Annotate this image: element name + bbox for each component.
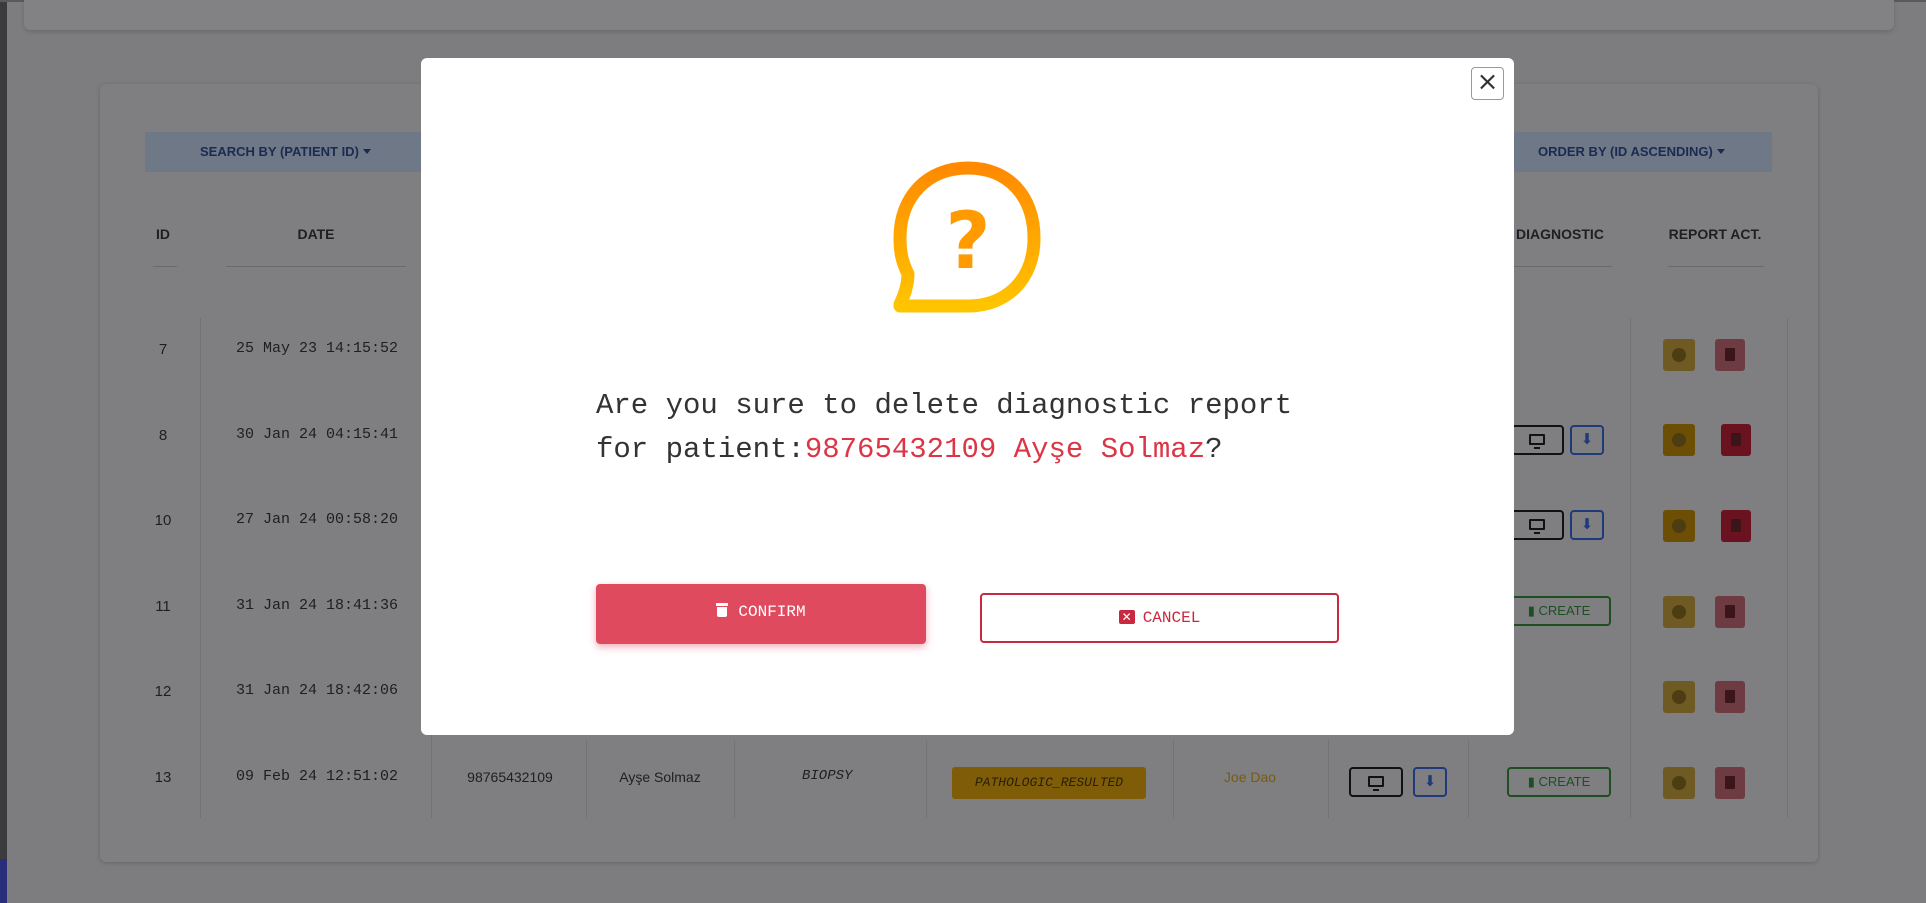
patient-name-cell: Ayşe Solmaz [619, 769, 701, 785]
row-id-cell: 13 [154, 769, 172, 786]
row-date-cell: 30 Jan 24 04:15:41 [236, 426, 399, 443]
order-by-dropdown[interactable]: ORDER BY (ID ASCENDING) [1538, 132, 1725, 172]
monitor-icon [1368, 776, 1384, 791]
row-id-cell: 12 [154, 683, 172, 700]
row-id-cell: 11 [155, 598, 171, 615]
row-id-cell: 7 [158, 341, 168, 358]
delete-report-button[interactable] [1715, 767, 1745, 799]
create-diagnostic-button[interactable]: ▮ CREATE [1507, 596, 1611, 626]
download-icon: ⬇ [1580, 516, 1594, 533]
open-report-button[interactable] [1663, 424, 1695, 456]
confirm-button[interactable]: CONFIRM [596, 584, 926, 644]
column-separator [1630, 318, 1631, 818]
view-report-button[interactable] [1510, 425, 1564, 455]
header-divider [226, 266, 406, 267]
question-mark: ? [945, 197, 990, 287]
cancel-button[interactable]: ✕ CANCEL [980, 593, 1339, 643]
row-date-cell: 31 Jan 24 18:42:06 [236, 682, 399, 699]
message-suffix: ? [1205, 433, 1223, 466]
column-header-diagnostic[interactable]: DIAGNOSTIC [1500, 226, 1620, 242]
header-divider [1500, 266, 1612, 267]
delete-report-button[interactable] [1715, 681, 1745, 713]
caret-down-icon [1716, 149, 1725, 154]
row-date-cell: 25 May 23 14:15:52 [236, 340, 399, 357]
cancel-label: CANCEL [1142, 609, 1201, 627]
patient-highlight: 98765432109 Ayşe Solmaz [804, 433, 1206, 466]
top-navbar [24, 0, 1894, 30]
trash-icon [1725, 690, 1735, 703]
arrow-circle-icon [1672, 605, 1686, 619]
trash-icon [716, 603, 729, 617]
column-separator [1173, 740, 1174, 818]
arrow-circle-icon [1672, 690, 1686, 704]
create-label: CREATE [1538, 774, 1591, 789]
column-separator [1787, 318, 1788, 818]
sidebar-accent [0, 859, 7, 903]
open-report-button[interactable] [1663, 510, 1695, 542]
row-id-cell: 10 [154, 512, 172, 529]
column-separator [200, 318, 201, 818]
column-header-report-act[interactable]: REPORT ACT. [1660, 226, 1770, 242]
view-report-button[interactable] [1349, 767, 1403, 797]
delete-report-button[interactable] [1721, 424, 1751, 456]
create-diagnostic-button[interactable]: ▮ CREATE [1507, 767, 1611, 797]
confirmation-message: Are you sure to delete diagnostic report… [596, 384, 1336, 472]
arrow-circle-icon [1672, 433, 1686, 447]
monitor-icon [1529, 434, 1545, 449]
arrow-circle-icon [1672, 776, 1686, 790]
trash-icon [1731, 433, 1741, 446]
delete-report-button[interactable] [1715, 339, 1745, 371]
column-separator [734, 740, 735, 818]
download-report-button[interactable]: ⬇ [1413, 767, 1447, 797]
column-separator [926, 740, 927, 818]
header-divider [1668, 266, 1764, 267]
create-label: CREATE [1538, 603, 1591, 618]
open-report-button[interactable] [1663, 596, 1695, 628]
column-separator [1468, 740, 1469, 818]
open-report-button[interactable] [1663, 681, 1695, 713]
close-square-icon: ✕ [1118, 610, 1135, 624]
file-icon: ▮ [1527, 603, 1539, 618]
trash-icon [1725, 348, 1735, 361]
delete-report-button[interactable] [1721, 510, 1751, 542]
trash-icon [1725, 605, 1735, 618]
caret-down-icon [362, 149, 371, 154]
monitor-icon [1529, 519, 1545, 534]
close-icon: × [1476, 67, 1499, 97]
open-report-button[interactable] [1663, 767, 1695, 799]
close-modal-button[interactable]: × [1471, 67, 1504, 100]
confirm-label: CONFIRM [738, 603, 806, 621]
left-sidebar-edge [0, 0, 7, 903]
column-separator [1328, 740, 1329, 818]
status-badge: PATHOLOGIC_RESULTED [952, 767, 1146, 799]
open-report-button[interactable] [1663, 339, 1695, 371]
search-by-dropdown[interactable]: SEARCH BY (PATIENT ID) [200, 132, 371, 172]
order-by-label: ORDER BY (ID ASCENDING) [1538, 144, 1713, 159]
file-icon: ▮ [1527, 774, 1539, 789]
column-header-id[interactable]: ID [145, 226, 181, 242]
trash-icon [1731, 519, 1741, 532]
download-report-button[interactable]: ⬇ [1570, 425, 1604, 455]
row-date-cell: 31 Jan 24 18:41:36 [236, 597, 399, 614]
view-report-button[interactable] [1510, 510, 1564, 540]
row-date-cell: 09 Feb 24 12:51:02 [236, 768, 399, 785]
header-divider [153, 266, 177, 267]
patient-id-cell: 98765432109 [467, 769, 553, 785]
row-id-cell: 8 [158, 427, 168, 444]
arrow-circle-icon [1672, 348, 1686, 362]
arrow-circle-icon [1672, 519, 1686, 533]
download-icon: ⬇ [1580, 431, 1594, 448]
column-separator [586, 740, 587, 818]
specimen-type-cell: BIOPSY [802, 768, 853, 784]
question-bubble-icon: ? [893, 161, 1041, 313]
trash-icon [1725, 776, 1735, 789]
download-report-button[interactable]: ⬇ [1570, 510, 1604, 540]
column-header-date[interactable]: DATE [226, 226, 406, 242]
delete-report-button[interactable] [1715, 596, 1745, 628]
doctor-cell: Joe Dao [1223, 769, 1277, 785]
search-by-label: SEARCH BY (PATIENT ID) [200, 144, 359, 159]
row-date-cell: 27 Jan 24 00:58:20 [236, 511, 399, 528]
download-icon: ⬇ [1423, 773, 1437, 790]
